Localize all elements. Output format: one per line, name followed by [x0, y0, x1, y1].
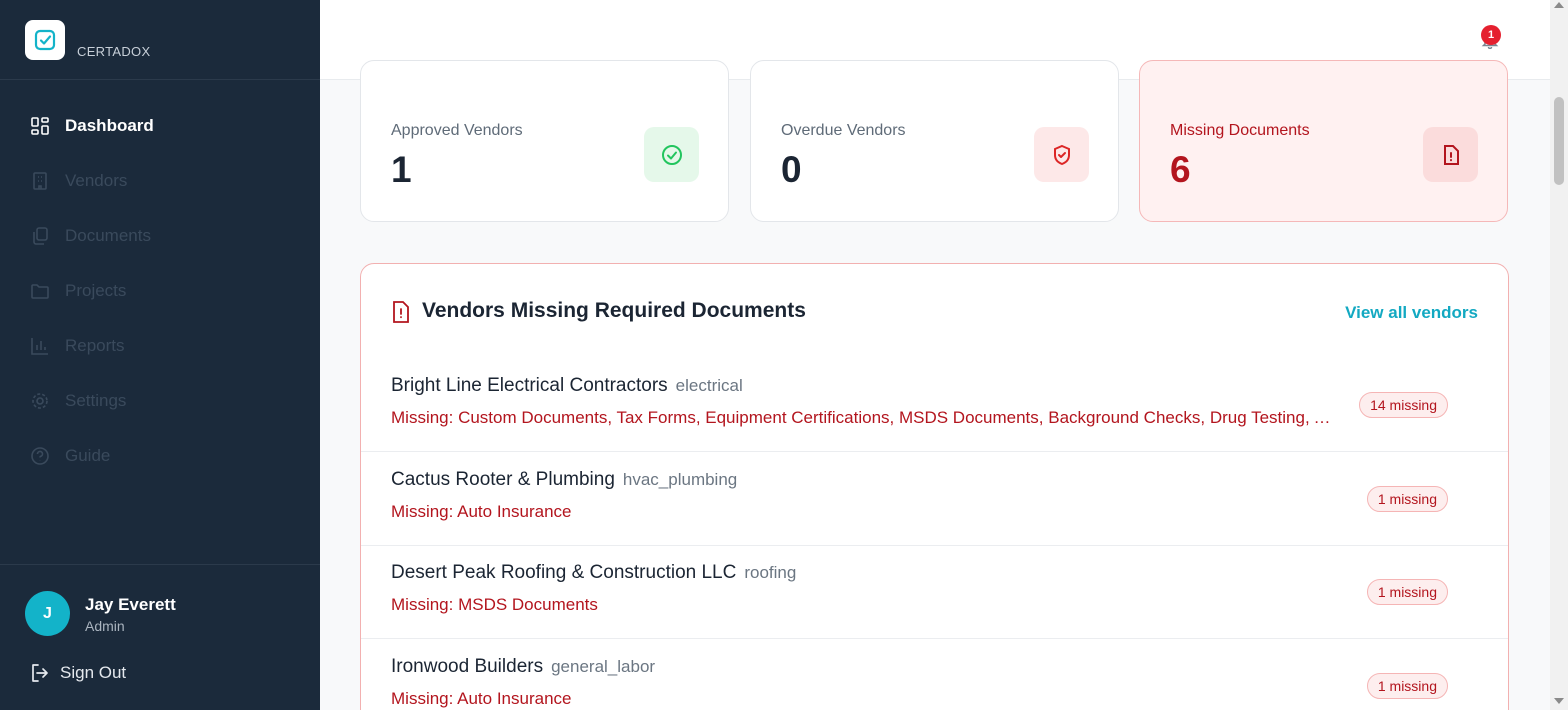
sidebar-item-label: Settings: [65, 390, 127, 410]
vendor-missing-list: Missing: Custom Documents, Tax Forms, Eq…: [391, 408, 1333, 427]
vendor-category: general_labor: [551, 657, 656, 676]
folder-icon: [30, 281, 50, 301]
vendor-name-line: Desert Peak Roofing & Construction LLC ro…: [391, 562, 796, 584]
scroll-down-arrow-icon[interactable]: [1554, 698, 1564, 704]
sidebar-item-guide[interactable]: Guide: [0, 428, 320, 483]
vendor-name-line: Cactus Rooter & Plumbing hvac_plumbing: [391, 469, 737, 491]
sidebar-item-dashboard[interactable]: Dashboard: [0, 98, 320, 153]
missing-count-badge: 1 missing: [1366, 486, 1448, 512]
file-alert-icon: [1423, 127, 1478, 182]
view-all-vendors-link[interactable]: View all vendors: [1345, 303, 1478, 323]
user-role: Admin: [85, 618, 125, 634]
vendor-category: roofing: [744, 563, 797, 582]
vendor-name-line: Bright Line Electrical Contractors electr…: [391, 375, 743, 397]
sidebar-item-projects[interactable]: Projects: [0, 263, 320, 318]
user-name: Jay Everett: [85, 595, 176, 614]
vendor-name-line: Ironwood Builders general_labor: [391, 656, 655, 678]
sidebar-item-label: Dashboard: [65, 115, 154, 135]
sidebar-item-settings[interactable]: Settings: [0, 373, 320, 428]
shield-icon: [1034, 127, 1089, 182]
panel-title: Vendors Missing Required Documents: [422, 299, 806, 322]
check-circle-icon: [644, 127, 699, 182]
help-circle-icon: [30, 446, 50, 466]
vendor-name: Cactus Rooter & Plumbing: [391, 469, 615, 490]
sidebar-item-label: Projects: [65, 280, 127, 300]
file-alert-icon: [391, 301, 411, 328]
stat-value: 1: [391, 149, 412, 190]
missing-count-badge: 1 missing: [1366, 673, 1448, 699]
user-block: J Jay Everett Admin Sign Out: [0, 564, 320, 710]
missing-documents-panel: Vendors Missing Required Documents View …: [360, 263, 1509, 710]
stat-label: Missing Documents: [1170, 122, 1310, 139]
list-item[interactable]: Cactus Rooter & Plumbing hvac_plumbing Mi…: [361, 452, 1508, 546]
stat-label: Approved Vendors: [391, 122, 523, 139]
vendor-category: electrical: [675, 376, 743, 395]
vendor-name: Ironwood Builders: [391, 656, 544, 677]
list-item[interactable]: Desert Peak Roofing & Construction LLC ro…: [361, 545, 1508, 639]
list-item[interactable]: Bright Line Electrical Contractors electr…: [361, 358, 1508, 452]
stat-label: Overdue Vendors: [781, 122, 906, 139]
brand: CERTADOX: [0, 0, 320, 80]
sign-out-button[interactable]: Sign Out: [30, 663, 126, 683]
building-icon: [30, 171, 50, 191]
sidebar-item-reports[interactable]: Reports: [0, 318, 320, 373]
scroll-thumb[interactable]: [1554, 97, 1564, 185]
stat-card-missing: Missing Documents 6: [1139, 60, 1508, 222]
sidebar-item-label: Vendors: [65, 170, 128, 190]
vendor-name: Desert Peak Roofing & Construction LLC: [391, 562, 737, 583]
brand-name: CERTADOX: [77, 44, 151, 59]
bar-chart-icon: [30, 336, 50, 356]
gear-icon: [30, 391, 50, 411]
check-square-icon[interactable]: [25, 20, 65, 60]
stat-card-overdue: Overdue Vendors 0: [750, 60, 1119, 222]
vendor-name: Bright Line Electrical Contractors: [391, 375, 668, 396]
missing-count-badge: 14 missing: [1359, 392, 1448, 418]
stat-card-approved: Approved Vendors 1: [360, 60, 729, 222]
vendor-missing-list: Missing: Auto Insurance: [391, 502, 572, 521]
logout-icon: [30, 663, 50, 683]
sidebar-nav: Dashboard Vendors Documents Projects Rep…: [0, 98, 320, 483]
scroll-up-arrow-icon[interactable]: [1554, 2, 1564, 8]
grid-icon: [30, 116, 50, 136]
notification-badge: 1: [1481, 25, 1501, 45]
missing-count-badge: 1 missing: [1366, 579, 1448, 605]
documents-icon: [30, 226, 50, 246]
vendor-missing-list: Missing: Auto Insurance: [391, 689, 572, 708]
sidebar-item-vendors[interactable]: Vendors: [0, 153, 320, 208]
sidebar-item-label: Reports: [65, 335, 125, 355]
sidebar: CERTADOX Dashboard Vendors Documents Pro…: [0, 0, 320, 710]
vendor-category: hvac_plumbing: [622, 470, 738, 489]
sidebar-item-label: Guide: [65, 445, 111, 465]
scrollbar[interactable]: [1550, 0, 1568, 710]
sidebar-item-documents[interactable]: Documents: [0, 208, 320, 263]
avatar[interactable]: J: [25, 591, 70, 636]
vendor-missing-list: Missing: MSDS Documents: [391, 595, 598, 614]
sidebar-item-label: Documents: [65, 225, 151, 245]
list-item[interactable]: Ironwood Builders general_labor Missing: …: [361, 639, 1508, 710]
sign-out-label: Sign Out: [60, 663, 127, 682]
stat-value: 0: [781, 149, 802, 190]
stat-value: 6: [1170, 149, 1191, 190]
